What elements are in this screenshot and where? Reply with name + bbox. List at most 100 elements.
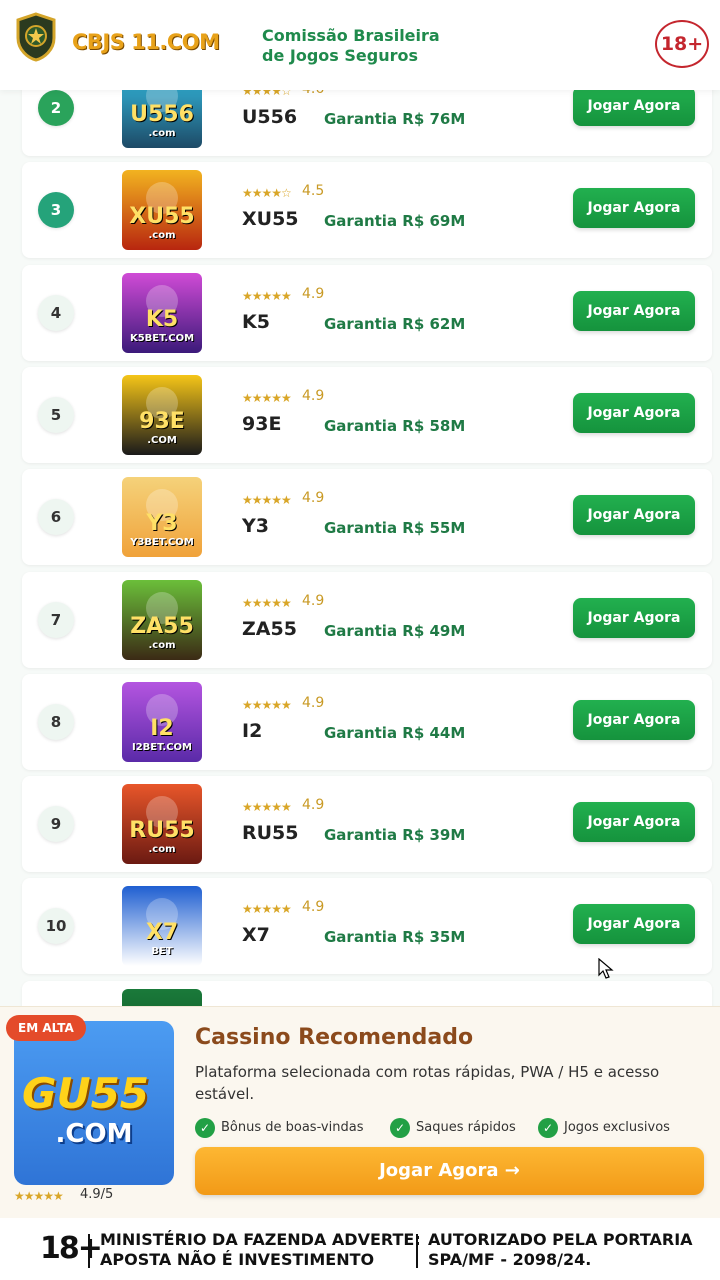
play-now-button[interactable]: Jogar Agora (573, 495, 695, 536)
rank-badge: 9 (38, 806, 74, 843)
thumbnail-text: U556 (130, 102, 194, 127)
feature-list: ✓ Bônus de boas-vindas ✓ Saques rápidos ✓ J… (195, 1117, 715, 1139)
casino-thumbnail[interactable]: 93E .COM (122, 374, 202, 455)
rating-value: 4.9 (302, 285, 325, 302)
casino-row[interactable]: 9 RU55 .com ★★★★★ 4.9 RU55 Garantia R$ 39M Joga… (22, 776, 712, 873)
casino-thumbnail[interactable]: Y3 Y3BET.COM (122, 477, 202, 558)
play-now-button[interactable]: Jogar Agora (573, 699, 695, 740)
casino-row[interactable]: 8 I2 I2BET.COM ★★★★★ 4.9 I2 Garantia R$ 44M Jog… (22, 673, 712, 770)
brand-logo-text[interactable]: CBJS 11.COM (72, 30, 220, 54)
footer-divider (88, 1234, 90, 1268)
guarantee-amount: Garantia R$ 69M (324, 212, 466, 231)
warning-line2: APOSTA NÃO É INVESTIMENTO (100, 1250, 375, 1269)
recommended-casino-logo[interactable]: GU55 .COM (14, 1021, 174, 1185)
casino-row[interactable]: 2U556.com★★★★☆4.6U556Garantia R$ 76MJoga… (22, 90, 712, 156)
rank-badge: 10 (38, 908, 74, 945)
star-rating-icon: ★★★★★ (242, 288, 292, 303)
casino-thumbnail[interactable]: RU55 .com (122, 784, 202, 865)
star-rating-icon: ★★★★★ (242, 390, 292, 405)
casino-thumbnail[interactable]: I2 I2BET.COM (122, 681, 202, 762)
thumbnail-text: XU55 (129, 204, 195, 230)
thumbnail-subtext: Y3BET.COM (130, 537, 194, 549)
thumbnail-text: Y3 (146, 511, 178, 537)
guarantee-amount: Garantia R$ 35M (324, 928, 466, 947)
play-now-button[interactable]: Jogar Agora (573, 802, 695, 843)
star-rating-icon: ★★★★★ (242, 902, 292, 917)
casino-thumbnail[interactable]: K5 K5BET.COM (122, 272, 202, 353)
casino-row[interactable]: 7 ZA55 .com ★★★★★ 4.9 ZA55 Garantia R$ 49M Joga… (22, 571, 712, 668)
casino-thumbnail[interactable]: XU55 .com (122, 170, 202, 251)
casino-thumbnail[interactable]: X7 BET (122, 886, 202, 967)
rating-value: 4.9 (302, 694, 325, 711)
rating-value: 4.9 (302, 797, 325, 814)
logo-line1: GU55 (22, 1069, 150, 1118)
casino-row[interactable]: 4 K5 K5BET.COM ★★★★★ 4.9 K5 Garantia R$ 62M Jog… (22, 264, 712, 361)
casino-name: 93E (242, 412, 282, 435)
feature-item: ✓ Jogos exclusivos (538, 1117, 670, 1139)
recommended-play-button[interactable]: Jogar Agora → (195, 1147, 704, 1195)
guarantee-amount: Garantia R$ 44M (324, 723, 466, 742)
thumbnail-subtext: I2BET.COM (131, 741, 193, 753)
check-icon: ✓ (195, 1117, 215, 1138)
thumbnail-subtext: K5BET.COM (129, 332, 195, 344)
shield-logo-icon (16, 12, 56, 62)
play-now-button[interactable]: Jogar Agora (573, 904, 695, 945)
casino-row[interactable]: 3 XU55 .com ★★★★☆ 4.5 XU55 Garantia R$ 69M Joga… (22, 162, 712, 259)
casino-thumbnail[interactable]: ZA55 .com (122, 579, 202, 660)
casino-ranking-list[interactable]: 2U556.com★★★★☆4.6U556Garantia R$ 76MJoga… (0, 90, 720, 1008)
casino-row-partial[interactable] (22, 980, 712, 1008)
play-now-button[interactable]: Jogar Agora (573, 290, 695, 331)
casino-name: RU55 (242, 822, 299, 845)
guarantee-amount: Garantia R$ 55M (324, 519, 466, 538)
legal-footer: 18+ MINISTÉRIO DA FAZENDA ADVERTE: APOST… (0, 1218, 720, 1280)
thumbnail-text: K5 (145, 306, 179, 332)
feature-label: Saques rápidos (416, 1120, 516, 1135)
rating-value: 4.9 (302, 490, 325, 507)
star-rating-icon: ★★★★★ (242, 595, 292, 610)
check-icon: ✓ (538, 1117, 558, 1138)
logo-line2: .COM (55, 1119, 133, 1149)
star-rating-icon: ★★★★★ (242, 493, 292, 508)
rank-badge: 2 (38, 90, 74, 126)
thumbnail-text: RU55 (129, 818, 195, 844)
casino-name: X7 (242, 924, 270, 947)
rank-badge: 8 (38, 703, 74, 740)
footer-divider (416, 1234, 418, 1268)
guarantee-amount: Garantia R$ 39M (324, 826, 466, 845)
casino-name: I2 (242, 719, 263, 742)
recommended-rating: 4.9/5 (80, 1187, 114, 1202)
play-now-button[interactable]: Jogar Agora (573, 392, 695, 433)
casino-row[interactable]: 6 Y3 Y3BET.COM ★★★★★ 4.9 Y3 Garantia R$ 55M Jog… (22, 469, 712, 566)
casino-thumbnail[interactable]: U556 .com (122, 90, 202, 148)
thumbnail-subtext: .COM (147, 434, 177, 446)
feature-label: Bônus de boas-vindas (221, 1120, 364, 1135)
auth-line2: SPA/MF - 2098/24. (428, 1250, 592, 1269)
org-name-line2: de Jogos Seguros (262, 46, 418, 65)
footer-warning: MINISTÉRIO DA FAZENDA ADVERTE: APOSTA NÃ… (100, 1230, 421, 1270)
warning-line1: MINISTÉRIO DA FAZENDA ADVERTE: (100, 1230, 421, 1249)
auth-line1: AUTORIZADO PELA PORTARIA (428, 1230, 693, 1249)
rating-value: 4.6 (302, 90, 324, 97)
casino-name: ZA55 (242, 617, 297, 640)
star-rating-icon: ★★★★☆ (242, 186, 292, 201)
recommended-stars: ★★★★★ (14, 1189, 64, 1203)
thumbnail-subtext: BET (151, 946, 173, 958)
feature-item: ✓ Saques rápidos (390, 1117, 516, 1139)
age-restriction-badge: 18+ (655, 20, 709, 68)
star-rating-icon: ★★★★★ (242, 697, 292, 712)
rank-badge: 5 (38, 396, 74, 433)
play-now-button[interactable]: Jogar Agora (573, 597, 695, 638)
rank-badge: 4 (38, 294, 74, 331)
footer-age-label: 18+ (40, 1231, 103, 1266)
casino-row[interactable]: 5 93E .COM ★★★★★ 4.9 93E Garantia R$ 58M Jogar … (22, 366, 712, 463)
play-now-button[interactable]: Jogar Agora (573, 90, 695, 126)
thumbnail-subtext: .com (148, 128, 176, 139)
feature-label: Jogos exclusivos (564, 1120, 670, 1135)
casino-name: Y3 (242, 515, 269, 538)
recommended-casino-panel: EM ALTA GU55 .COM ★★★★★ 4.9/5 Cassino Re… (0, 1006, 720, 1218)
casino-name: K5 (242, 310, 270, 333)
rating-value: 4.9 (302, 387, 325, 404)
play-now-button[interactable]: Jogar Agora (573, 188, 695, 229)
star-rating-icon: ★★★★★ (242, 800, 292, 815)
thumbnail-text: I2 (150, 715, 174, 741)
